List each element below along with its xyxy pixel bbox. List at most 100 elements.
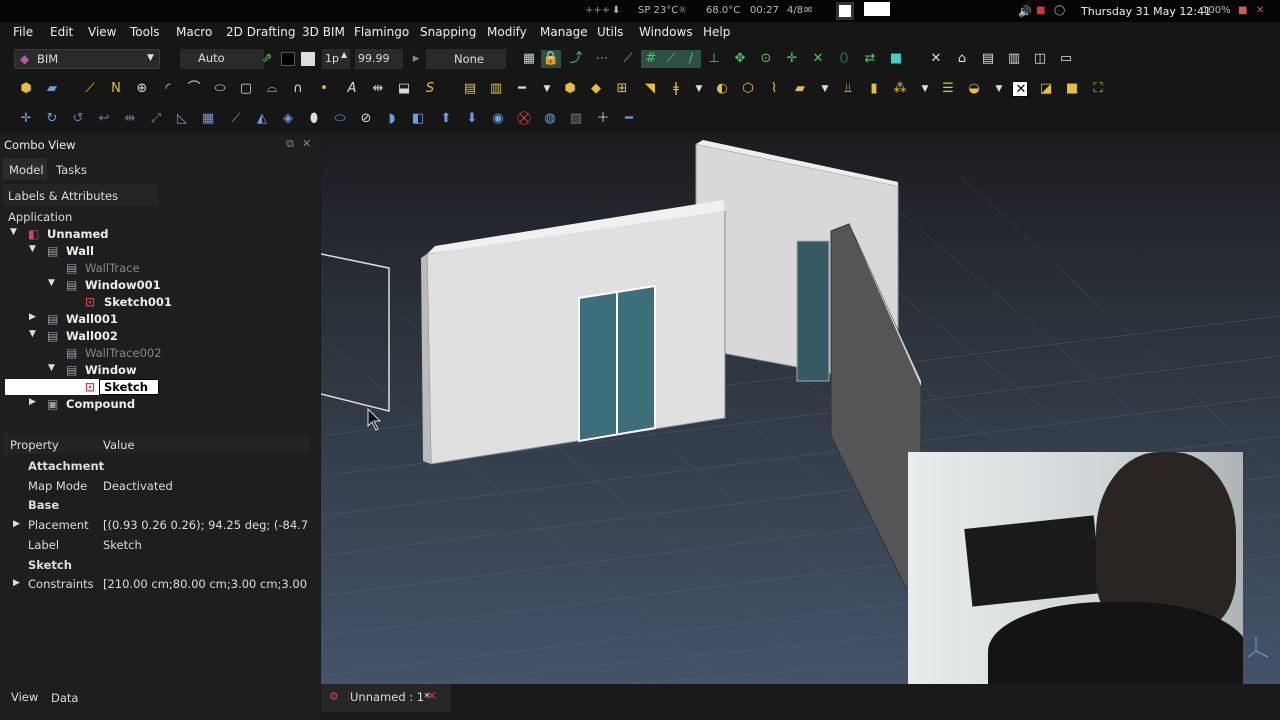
rectangle-tool-icon[interactable]: ▢ [238, 81, 254, 97]
close-panel-icon[interactable]: ✕ [302, 137, 311, 150]
property-group[interactable]: Attachment [0, 456, 310, 476]
snap-grid-icon[interactable]: # [643, 51, 659, 67]
upgrade-icon[interactable]: ⬆ [438, 111, 454, 127]
tree-item[interactable]: ▶ ▣ Compound [0, 396, 310, 413]
float-icon[interactable]: ⧉ [286, 137, 294, 151]
property-group[interactable]: Base [0, 495, 310, 515]
move-icon[interactable]: ✛ [18, 111, 34, 127]
property-row[interactable]: Label Sketch [0, 535, 310, 555]
menu-modify[interactable]: Modify [487, 25, 527, 39]
close-icon[interactable]: ✕ [1256, 5, 1264, 16]
folder-icon[interactable]: ▰ [44, 81, 60, 97]
expand-right-icon[interactable]: ▶ [29, 312, 36, 322]
arrow-icon[interactable]: ▸ [408, 51, 424, 67]
snap-angle-icon[interactable]: ∕ [683, 51, 699, 67]
pipe-tool-icon[interactable]: ⌇ [766, 81, 782, 97]
tree-item[interactable]: ▼ ▤ Wall002 [0, 328, 310, 345]
snap-special-icon[interactable]: ⬯ [836, 51, 852, 67]
snap-midpoint-icon[interactable]: ⋯ [594, 51, 610, 67]
wire-to-bspline-icon[interactable]: ⛒ [516, 111, 532, 127]
ellipse-tool-icon[interactable]: ⬭ [212, 81, 228, 97]
tools-icon[interactable]: ✕ [928, 51, 944, 67]
split-icon[interactable]: ◧ [410, 111, 426, 127]
snap-endpoint-icon[interactable]: ⤴ [568, 51, 584, 67]
snap-edge-icon[interactable]: ⟋ [620, 51, 636, 67]
property-row[interactable]: ▶ Constraints [210.00 cm;80.00 cm;3.00 cm;… [0, 574, 310, 594]
tree-item[interactable]: ⊡ Sketch [0, 379, 310, 396]
document-tab[interactable]: ⚙ Unnamed : 1* ✕ [321, 684, 451, 712]
expand-right-icon[interactable]: ▶ [29, 397, 36, 407]
house-icon[interactable]: ⌂ [954, 51, 970, 67]
site-tool-icon[interactable]: ■ [1064, 81, 1080, 97]
stretch-icon[interactable]: ⇹ [122, 111, 138, 127]
line-tool-icon[interactable]: ⟋ [82, 81, 98, 97]
chevron-down-icon[interactable]: ▼ [691, 81, 707, 97]
menu-3d-bim[interactable]: 3D BIM [302, 25, 345, 39]
section-tool-icon[interactable]: ◒ [966, 81, 982, 97]
menu-2d-drafting[interactable]: 2D Drafting [226, 25, 296, 39]
snap-lock-button[interactable]: 🔒 [541, 50, 561, 68]
bspline-tool-icon[interactable]: ⌓ [264, 81, 280, 97]
menu-macro[interactable]: Macro [176, 25, 212, 39]
menu-utils[interactable]: Utils [597, 25, 623, 39]
menu-snapping[interactable]: Snapping [420, 25, 476, 39]
rebar-tool-icon[interactable]: ⫫ [840, 81, 856, 97]
expand-down-icon[interactable]: ▼ [48, 363, 55, 373]
tree-item[interactable]: ▤ WallTrace [0, 260, 310, 277]
window-tool-icon[interactable]: ⊞ [614, 81, 630, 97]
tab-data[interactable]: Data [51, 691, 78, 705]
shapestring-tool-icon[interactable]: S [422, 81, 438, 97]
new-part-icon[interactable]: ⬢ [18, 81, 34, 97]
plus-icon[interactable]: ＋ [595, 111, 611, 127]
offset-icon[interactable]: ↺ [70, 111, 86, 127]
expand-down-icon[interactable]: ▼ [29, 329, 36, 339]
tree-item[interactable]: ⊡ Sketch001 [0, 294, 310, 311]
property-value[interactable]: [(0.93 0.26 0.26); 94.25 deg; (-84.76 cm… [103, 518, 309, 532]
cut-plane-icon[interactable]: ◗ [384, 111, 400, 127]
workspace-text[interactable]: 4/8 [787, 5, 803, 16]
snap-extension-icon[interactable]: ✛ [784, 51, 800, 67]
chevron-down-icon[interactable]: ▼ [991, 81, 1007, 97]
rotate-icon[interactable]: ↻ [44, 111, 60, 127]
snap-center-icon[interactable]: ⊙ [758, 51, 774, 67]
tree-item[interactable]: ▼ ▤ Wall [0, 243, 310, 260]
expand-right-icon[interactable]: ▶ [13, 578, 20, 588]
3d-viewport[interactable] [321, 136, 1280, 684]
stack-icon[interactable]: ▥ [1006, 51, 1022, 67]
volume-icon[interactable]: 🔊 [1018, 5, 1032, 18]
menu-file[interactable]: File [13, 25, 33, 39]
face-color-swatch[interactable] [301, 52, 315, 66]
dimension-tool-icon[interactable]: ⇹ [370, 81, 386, 97]
property-row[interactable]: ▶ Placement [(0.93 0.26 0.26); 94.25 deg; … [0, 515, 310, 535]
grid-icon[interactable]: ▦ [521, 51, 537, 67]
label-tool-icon[interactable]: ⬓ [396, 81, 412, 97]
space-tool-icon[interactable]: ▰ [792, 81, 808, 97]
snap-intersection-icon[interactable]: ✕ [810, 51, 826, 67]
building-tool-icon[interactable]: ⛶ [1090, 81, 1106, 97]
material-icon[interactable]: ◫ [1032, 51, 1048, 67]
truss-tool-icon[interactable]: ⁂ [892, 81, 908, 97]
close-tab-icon[interactable]: ✕ [427, 689, 437, 703]
snap-workingplane-icon[interactable]: ■ [888, 51, 904, 67]
snap-line-icon[interactable]: ⟋ [663, 51, 679, 67]
stairs-tool-icon[interactable]: ◥ [642, 81, 658, 97]
bezier-tool-icon[interactable]: ⌒ [186, 81, 202, 97]
scale-icon[interactable]: ⤢ [148, 111, 164, 127]
curtainwall-tool-icon[interactable]: ▥ [488, 81, 504, 97]
property-value[interactable]: Sketch [103, 538, 309, 552]
window-preview-icon[interactable] [836, 2, 854, 20]
snap-perpendicular-icon[interactable]: ⊥ [706, 51, 722, 67]
expand-down-icon[interactable]: ▼ [29, 244, 36, 254]
point-tool-icon[interactable]: • [316, 81, 332, 97]
tree-item[interactable]: ▼ ▤ Window001 [0, 277, 310, 294]
property-group[interactable]: Sketch [0, 555, 310, 575]
circle-tool-icon[interactable]: ⊕ [134, 81, 150, 97]
working-plane-button[interactable]: None [426, 49, 506, 69]
chevron-down-icon[interactable]: ▼ [917, 81, 933, 97]
menu-windows[interactable]: Windows [639, 25, 693, 39]
menu-help[interactable]: Help [703, 25, 730, 39]
slab-tool-icon[interactable]: ⬢ [562, 81, 578, 97]
roof-tool-icon[interactable]: ◐ [714, 81, 730, 97]
mirror-icon[interactable]: ◭ [254, 111, 270, 127]
menu-tools[interactable]: Tools [130, 25, 160, 39]
